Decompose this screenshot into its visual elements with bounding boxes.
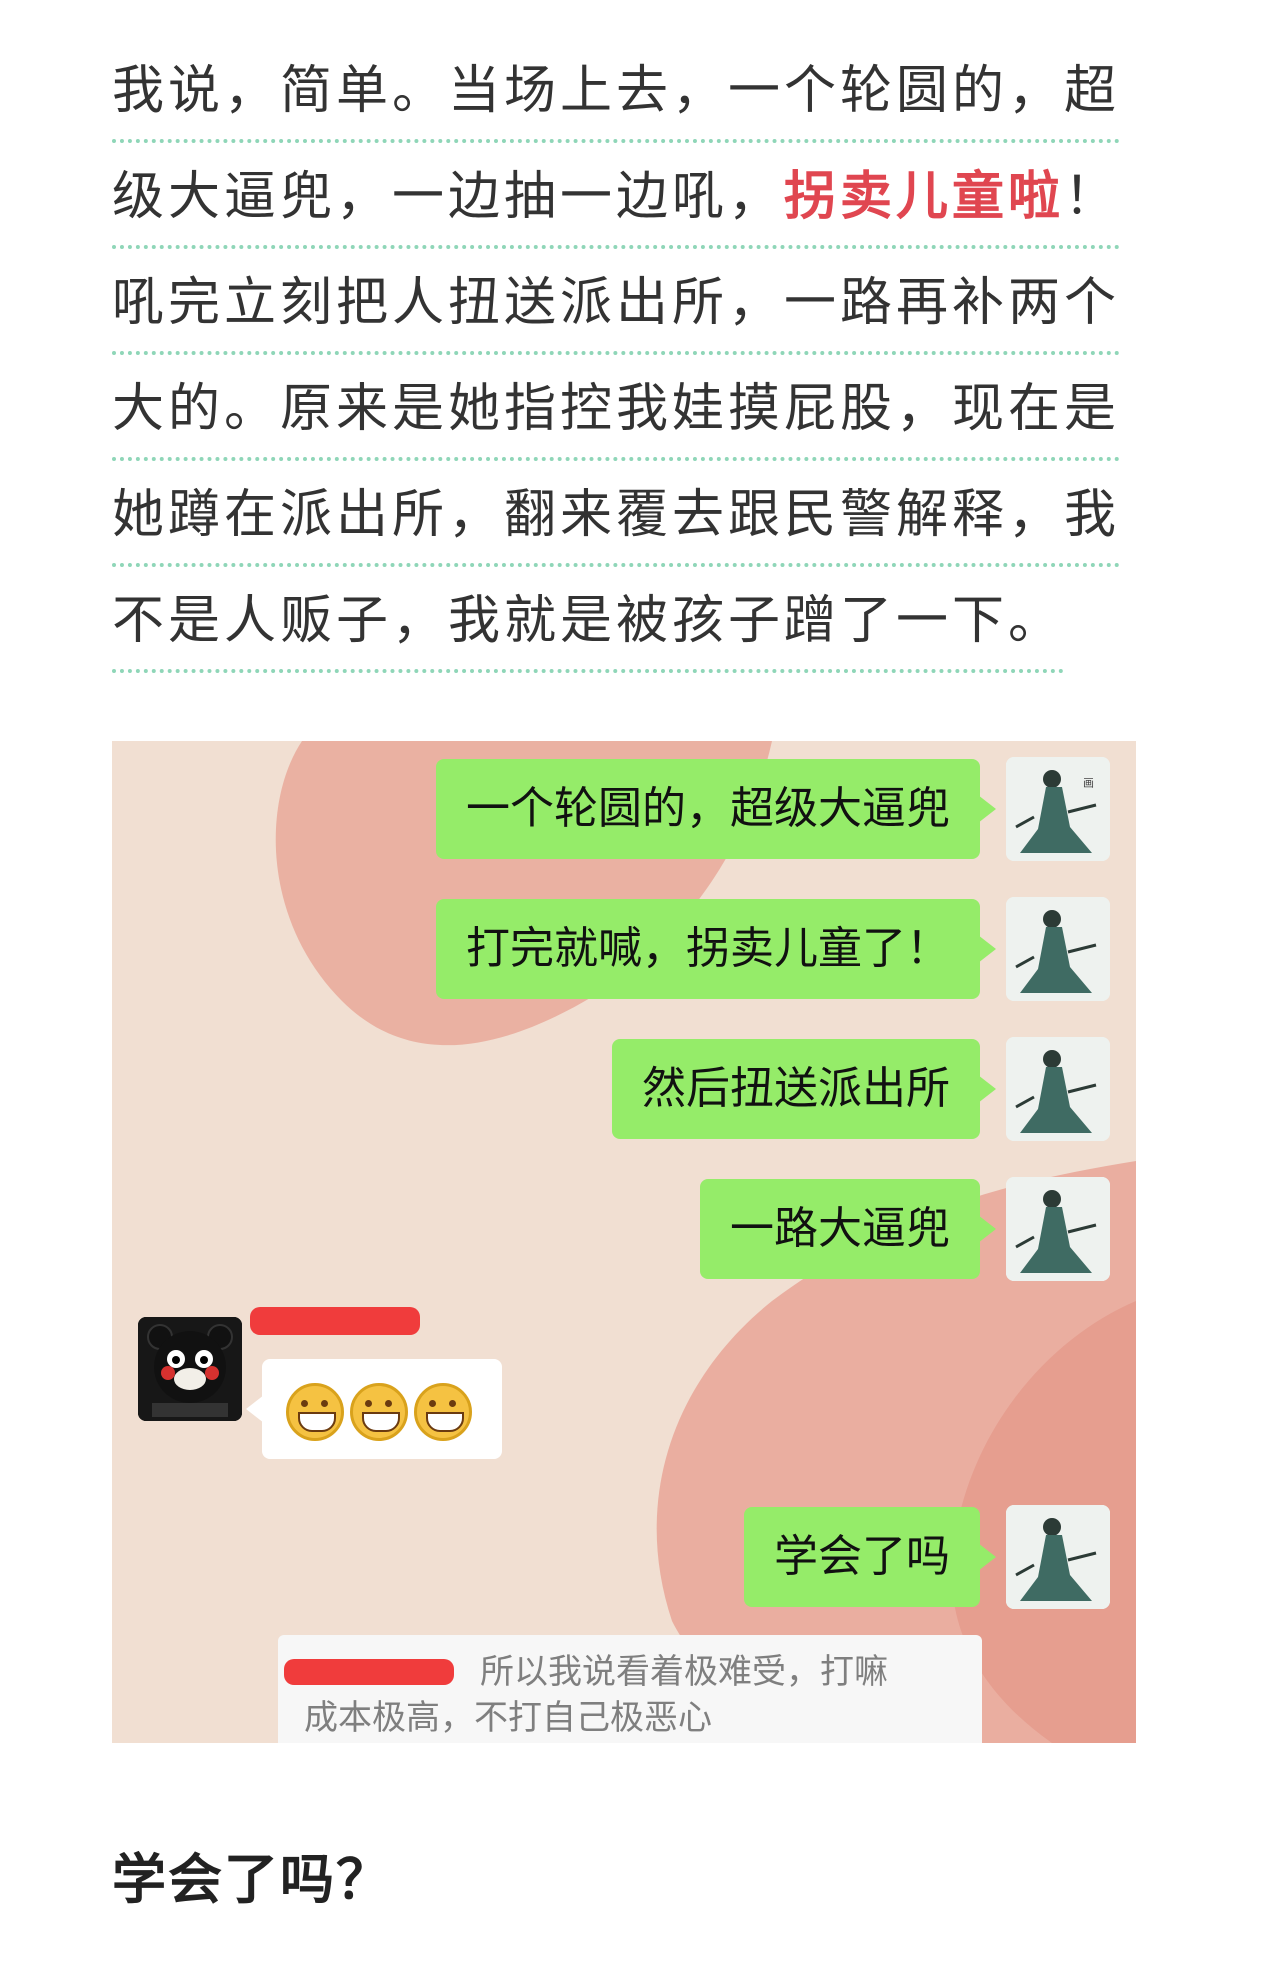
grin-emoji-icon bbox=[350, 1383, 408, 1441]
article-body: 我说，简单。当场上去，一个轮圆的，超 级大逼兜，一边抽一边吼，拐卖儿童啦！ 吼完… bbox=[112, 38, 1136, 674]
section-heading: 学会了吗？ bbox=[112, 1848, 392, 1911]
figure-icon: 画 bbox=[1006, 757, 1110, 861]
user-avatar[interactable] bbox=[1006, 897, 1110, 1001]
svg-text:画: 画 bbox=[1082, 777, 1095, 788]
chat-bubble-self[interactable]: 一个轮圆的，超级大逼兜 bbox=[436, 759, 996, 859]
paragraph-line: 她蹲在派出所，翻来覆去跟民警解释，我 bbox=[112, 462, 1136, 568]
figure-icon bbox=[1006, 1037, 1110, 1141]
paragraph-line: 不是人贩子，我就是被孩子蹭了一下。 bbox=[112, 568, 1136, 674]
figure-icon bbox=[1006, 1505, 1110, 1609]
highlight-text: 拐卖儿童啦 bbox=[784, 167, 1065, 227]
bear-icon bbox=[138, 1317, 242, 1421]
redacted-name bbox=[284, 1659, 454, 1685]
chat-bubble-other[interactable] bbox=[246, 1359, 502, 1459]
quote-line: 成本极高，不打自己极恶心 bbox=[304, 1698, 712, 1738]
paragraph-line: 大的。原来是她指控我娃摸屁股，现在是 bbox=[112, 356, 1136, 462]
chat-bubble-self[interactable]: 学会了吗 bbox=[744, 1507, 996, 1607]
user-avatar[interactable]: 画 bbox=[1006, 757, 1110, 861]
grin-emoji-icon bbox=[286, 1383, 344, 1441]
chat-bubble-self[interactable]: 然后扭送派出所 bbox=[612, 1039, 996, 1139]
grin-emoji-icon bbox=[414, 1383, 472, 1441]
user-avatar[interactable] bbox=[1006, 1505, 1110, 1609]
paragraph-line: 级大逼兜，一边抽一边吼，拐卖儿童啦！ bbox=[112, 144, 1136, 250]
figure-icon bbox=[1006, 897, 1110, 1001]
bear-avatar[interactable] bbox=[138, 1317, 242, 1421]
chat-bubble-self[interactable]: 一路大逼兜 bbox=[700, 1179, 996, 1279]
redacted-name bbox=[250, 1307, 420, 1335]
paragraph-line: 吼完立刻把人扭送派出所，一路再补两个 bbox=[112, 250, 1136, 356]
chat-bubble-self[interactable]: 打完就喊，拐卖儿童了！ bbox=[436, 899, 996, 999]
user-avatar[interactable] bbox=[1006, 1177, 1110, 1281]
chat-screenshot: 一个轮圆的，超级大逼兜 画 打完就喊，拐卖儿童了！ 然后扭送派出所 一路大逼兜 bbox=[112, 741, 1136, 1743]
paragraph-line: 我说，简单。当场上去，一个轮圆的，超 bbox=[112, 38, 1136, 144]
figure-icon bbox=[1006, 1177, 1110, 1281]
user-avatar[interactable] bbox=[1006, 1037, 1110, 1141]
quoted-message[interactable]: 所以我说看着极难受，打嘛 成本极高，不打自己极恶心 bbox=[278, 1635, 982, 1743]
